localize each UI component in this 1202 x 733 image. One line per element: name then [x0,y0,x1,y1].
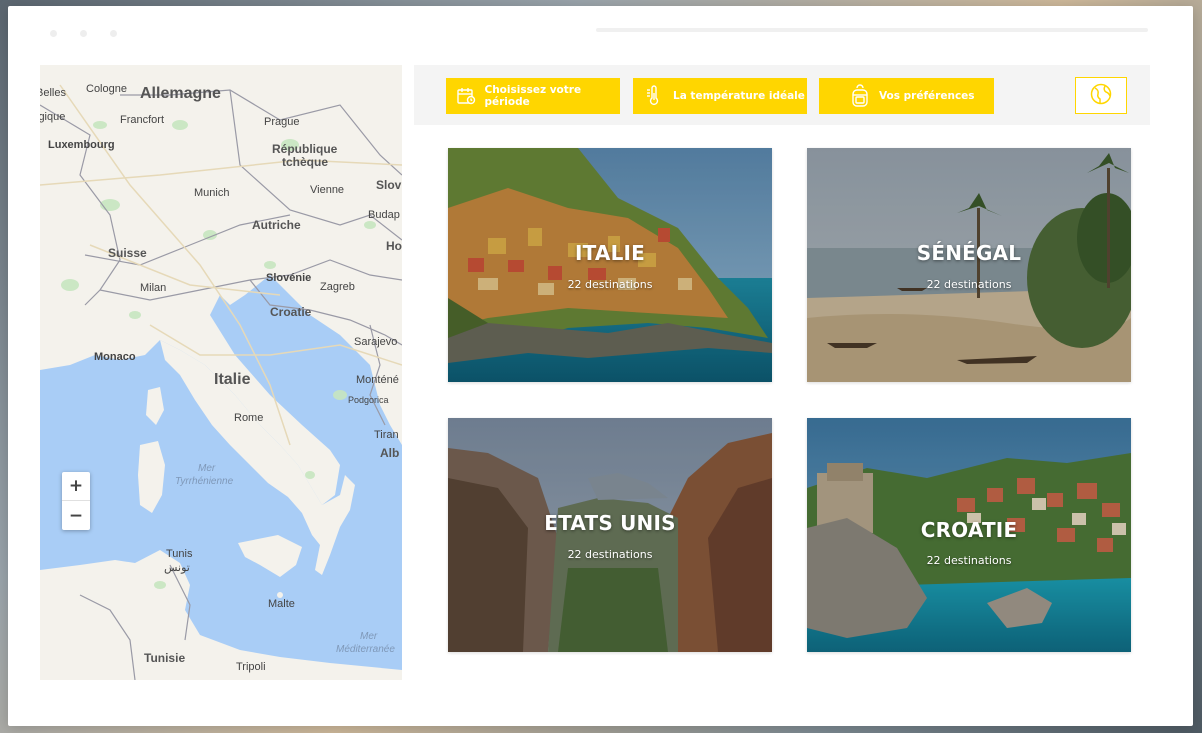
map-city-label: Vienne [310,184,345,196]
map-city-label: Belles [40,87,66,99]
map-city-label: Tripoli [236,661,266,673]
map-city-label: Sarajevo [354,336,398,348]
map-country-label: Tunisie [144,651,186,665]
map-country-label: Italie [214,371,251,388]
map-city-label: Prague [264,116,300,128]
map-country-label: tchèque [282,155,329,169]
map-city-label: Monténé [356,374,399,386]
map-city-label: Cologne [86,83,127,95]
map-country-label: Suisse [108,246,147,260]
destination-count: 22 destinations [567,548,653,561]
map-city-label: Budap [368,209,400,221]
map-city-label: Malte [268,598,295,610]
thermometer-icon [643,85,665,107]
map-sea-label: Mer [198,463,216,474]
destination-title: ETATS UNIS [544,511,676,535]
map-city-label: Ho [386,239,402,253]
globe-button[interactable] [1075,77,1127,114]
destination-title: SÉNÉGAL [916,241,1022,265]
map-city-label: Tiran [374,429,399,441]
map-city-label: Slov [376,178,402,192]
map-panel[interactable]: Belles Cologne Allemagne lgique Francfor… [40,65,402,680]
address-bar [596,28,1148,32]
temperature-filter-button[interactable]: La température idéale [633,78,807,114]
map-sea-label: Mer [360,631,378,642]
map-city-label: Tunis [166,548,193,560]
window-dot [110,30,117,37]
map-country-label: République [272,142,338,156]
map-city-label: تونس [164,562,190,574]
destination-count: 22 destinations [926,554,1012,567]
destination-card-etats-unis[interactable]: ETATS UNIS 22 destinations [448,418,772,652]
window-dot [80,30,87,37]
map-city-label: Munich [194,187,230,199]
map-city-label: Luxembourg [48,139,115,151]
map-sea-label: Tyrrhénienne [175,476,234,487]
temperature-filter-label: La température idéale [673,90,805,102]
destination-card-italie[interactable]: ITALIE 22 destinations [448,148,772,382]
destination-card-senegal[interactable]: SÉNÉGAL 22 destinations [807,148,1131,382]
period-filter-label: Choisissez votre période [484,84,582,108]
preferences-filter-button[interactable]: Vos préférences [819,78,994,114]
destination-card-croatie[interactable]: CROATIE 22 destinations [807,418,1131,652]
map-city-label: Podgorica [348,395,389,405]
map-country-label: Allemagne [140,85,221,102]
preferences-filter-label: Vos préférences [879,90,975,102]
map-country-label: Croatie [270,305,312,319]
map-sea-label: Méditerranée [336,644,395,655]
map-country-label: Slovénie [266,272,312,284]
map-city-label: Zagreb [320,281,355,293]
map-city-label: Francfort [120,114,165,126]
destination-count: 22 destinations [926,278,1012,291]
destination-count: 22 destinations [567,278,653,291]
destination-title: CROATIE [920,518,1018,542]
globe-icon [1089,82,1113,110]
map-city-label: Milan [140,282,167,294]
map-city-label: Alb [380,446,400,460]
backpack-icon [849,84,871,107]
map-city-label: Rome [234,412,264,424]
map-zoom-control: + − [62,472,90,530]
map-city-label: Monaco [94,351,136,363]
calendar-icon [456,85,476,107]
window-dot [50,30,57,37]
zoom-out-button[interactable]: − [62,501,90,530]
filter-toolbar: Choisissez votre période La température … [414,65,1150,125]
period-filter-button[interactable]: Choisissez votre période [446,78,620,114]
zoom-in-button[interactable]: + [62,472,90,501]
map-city-label: lgique [40,111,66,123]
destination-title: ITALIE [574,241,646,265]
map-country-label: Autriche [252,218,301,232]
